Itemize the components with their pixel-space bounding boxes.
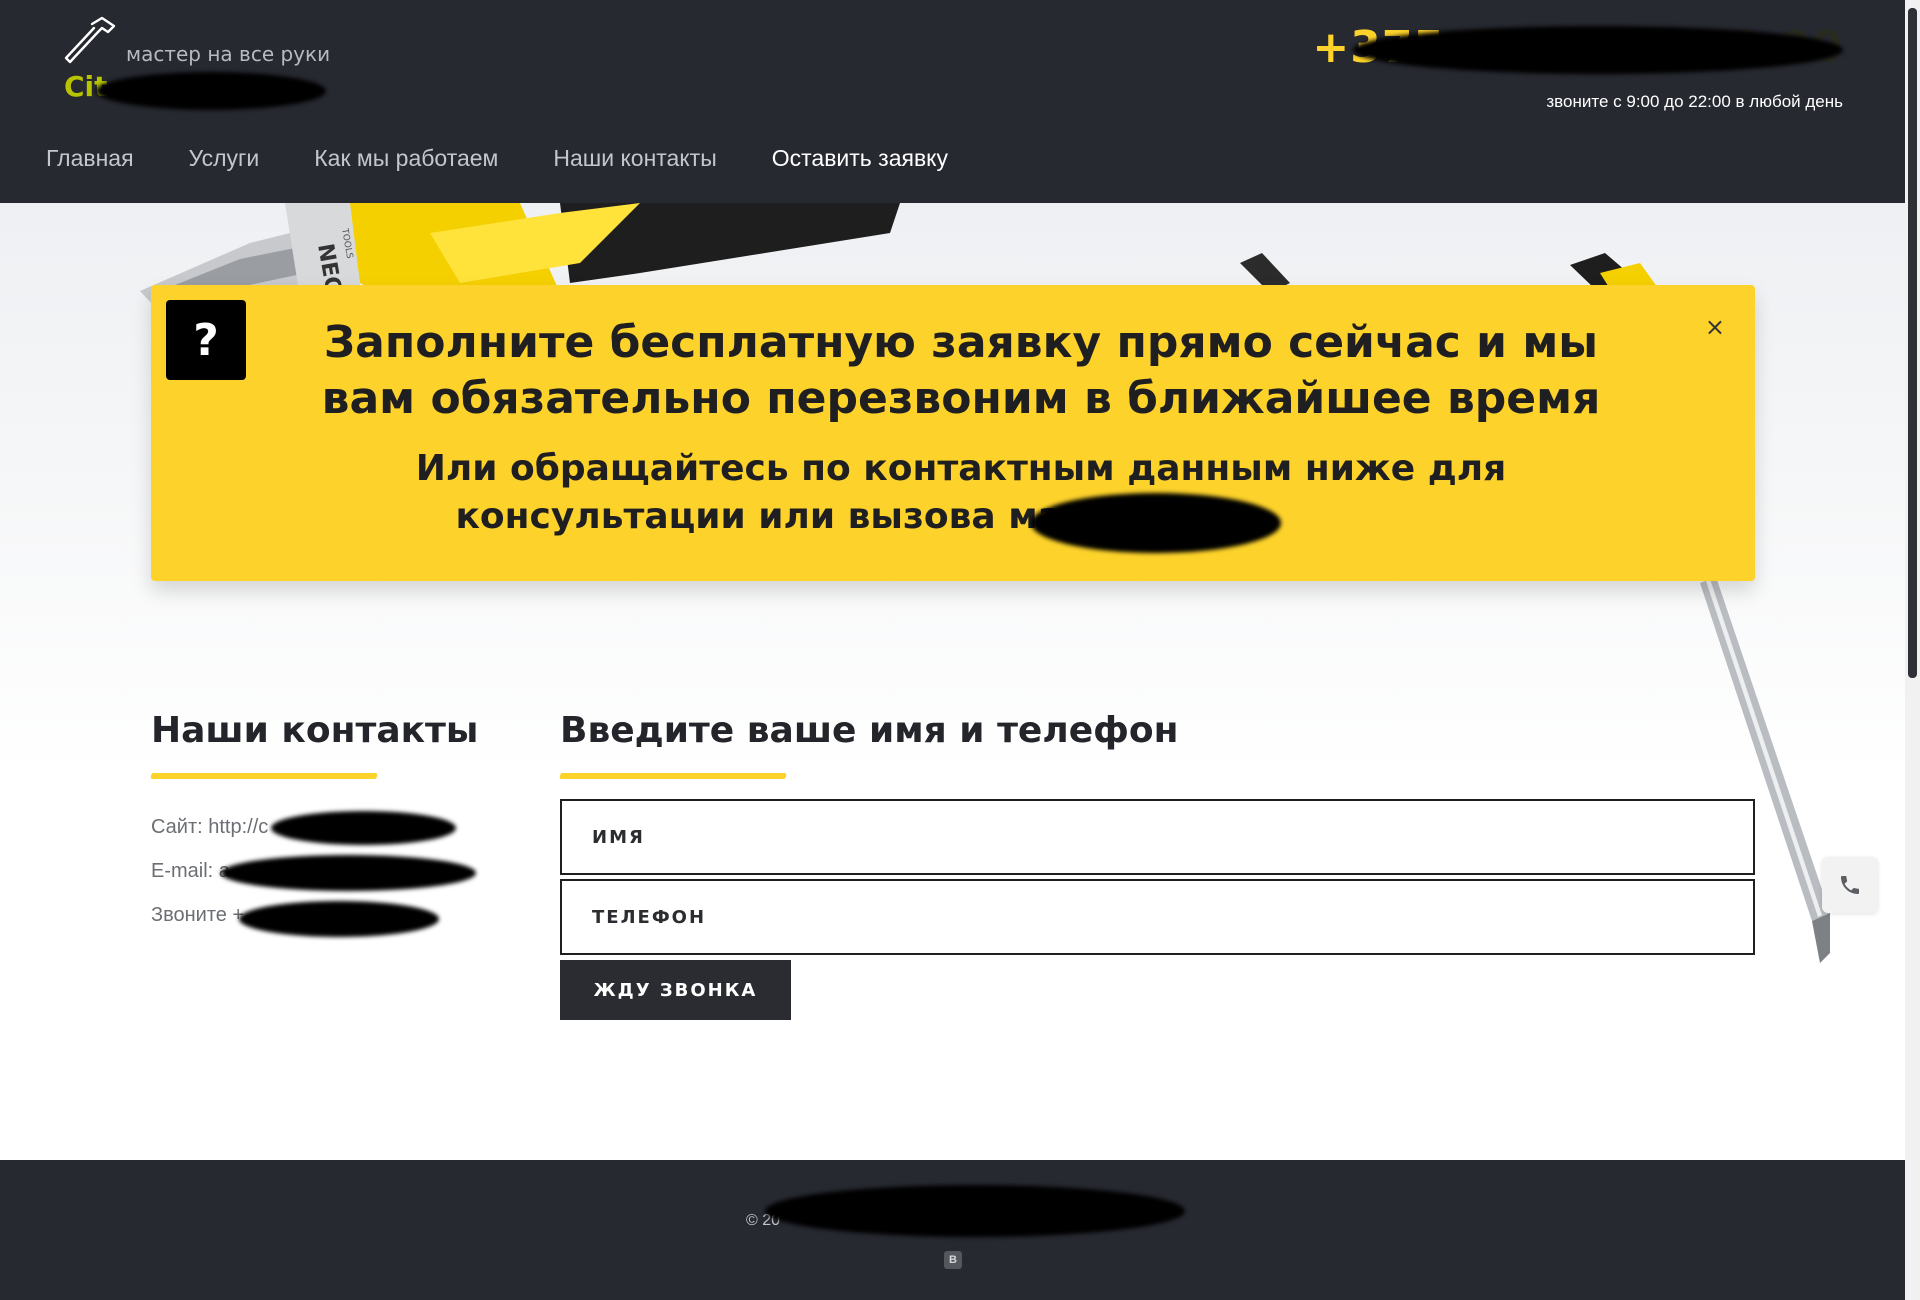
redaction-mark xyxy=(1353,26,1843,74)
nav-item-contacts[interactable]: Наши контакты xyxy=(553,145,716,172)
main-nav: Главная Услуги Как мы работаем Наши конт… xyxy=(46,145,1003,172)
callback-form: Введите ваше имя и телефон ЖДУ ЗВОНКА xyxy=(559,710,1755,1020)
redaction-mark xyxy=(271,811,456,845)
redaction-mark xyxy=(765,1185,1185,1237)
scrollbar-thumb[interactable] xyxy=(1908,8,1917,678)
banner-subtitle: Или обращайтесь по контактным данным ниж… xyxy=(291,445,1631,541)
form-title: Введите ваше имя и телефон xyxy=(560,710,1179,751)
contact-phone-text: Звоните + xyxy=(151,904,245,926)
name-input[interactable] xyxy=(560,799,1755,875)
hammer-icon xyxy=(64,16,116,64)
site-footer: © 20 В xyxy=(0,1160,1905,1300)
question-icon: ? xyxy=(166,300,246,380)
redaction-mark xyxy=(221,855,476,891)
floating-call-button[interactable] xyxy=(1822,857,1878,913)
title-underline xyxy=(559,773,787,779)
phone-icon xyxy=(1841,876,1859,894)
request-banner: ? × Заполните бесплатную заявку прямо се… xyxy=(151,285,1755,581)
close-icon[interactable]: × xyxy=(1705,313,1725,341)
contacts-section: Наши контакты Сайт: http://c E-mail: a З… xyxy=(150,710,491,937)
contact-email[interactable]: E-mail: a xyxy=(151,849,491,893)
nav-item-home[interactable]: Главная xyxy=(46,145,134,172)
site-header: мастер на все руки Cit +375 (29) 242-00-… xyxy=(0,0,1905,203)
title-underline xyxy=(150,773,378,779)
contact-site[interactable]: Сайт: http://c xyxy=(151,805,491,849)
submit-callback-button[interactable]: ЖДУ ЗВОНКА xyxy=(560,960,791,1020)
redaction-mark xyxy=(96,72,326,110)
banner-subtitle-text: Или обращайтесь по контактным данным ниж… xyxy=(415,448,1507,537)
contact-email-text: E-mail: a xyxy=(151,860,230,882)
contact-site-text: Сайт: http://c xyxy=(151,816,269,838)
contact-phone[interactable]: Звоните + xyxy=(151,893,491,937)
work-hours: звоните с 9:00 до 22:00 в любой день xyxy=(1546,92,1843,111)
nav-item-services[interactable]: Услуги xyxy=(189,145,260,172)
contact-list: Сайт: http://c E-mail: a Звоните + xyxy=(151,805,491,937)
page-scrollbar[interactable] xyxy=(1905,0,1920,1300)
nav-item-how-we-work[interactable]: Как мы работаем xyxy=(314,145,498,172)
banner-title: Заполните бесплатную заявку прямо сейчас… xyxy=(321,317,1601,424)
contacts-title: Наши контакты xyxy=(151,710,479,751)
redaction-mark xyxy=(1031,493,1281,553)
logo-tagline: мастер на все руки xyxy=(126,42,331,66)
nav-item-leave-request[interactable]: Оставить заявку xyxy=(772,145,948,172)
phone-input[interactable] xyxy=(560,879,1755,955)
header-phone-block: +375 (29) 242-00-00 звоните с 9:00 до 22… xyxy=(1283,22,1843,117)
redaction-mark xyxy=(239,901,439,937)
vk-icon[interactable]: В xyxy=(944,1251,962,1269)
site-logo[interactable]: мастер на все руки Cit xyxy=(56,14,356,114)
